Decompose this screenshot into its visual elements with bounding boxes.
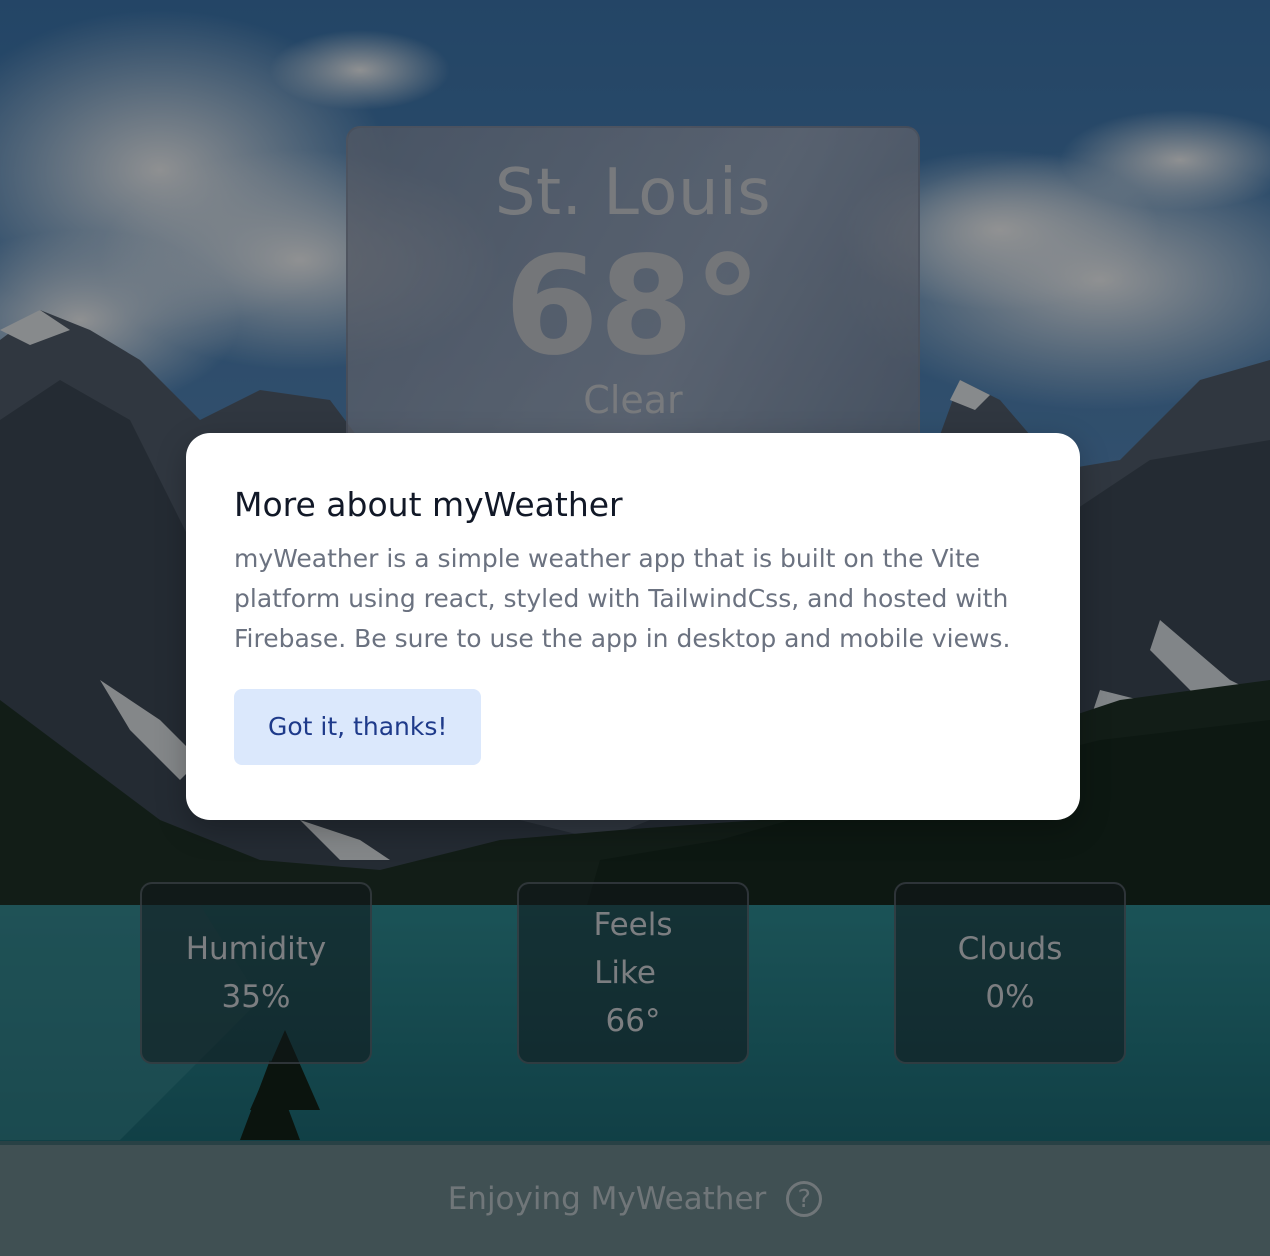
about-dialog: More about myWeather myWeather is a simp… bbox=[186, 433, 1080, 820]
got-it-button[interactable]: Got it, thanks! bbox=[234, 689, 482, 765]
dialog-title: More about myWeather bbox=[234, 485, 623, 524]
dialog-body: myWeather is a simple weather app that i… bbox=[234, 544, 1011, 653]
